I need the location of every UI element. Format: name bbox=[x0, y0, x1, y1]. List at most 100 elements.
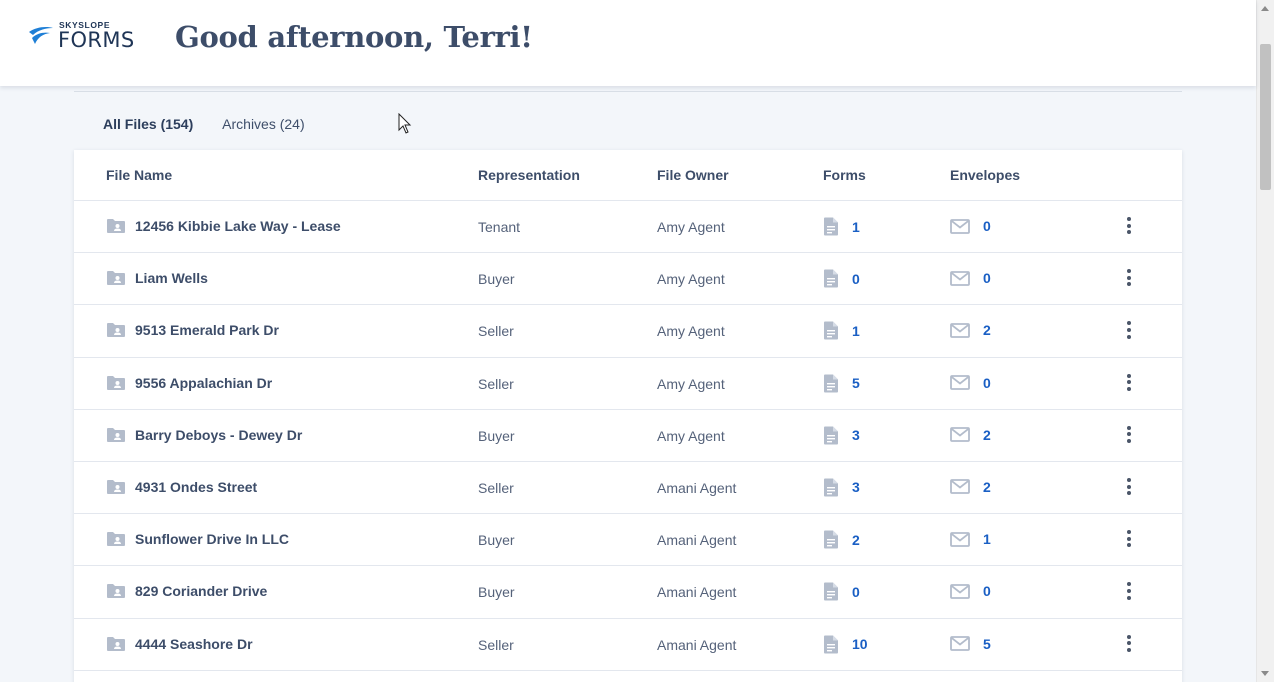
tab-archives[interactable]: Archives (24) bbox=[222, 116, 304, 132]
file-name-cell[interactable]: 4444 Seashore Dr bbox=[106, 636, 253, 652]
file-name-cell[interactable]: 12456 Kibbie Lake Way - Lease bbox=[106, 218, 341, 234]
envelopes-count[interactable]: 2 bbox=[983, 479, 991, 495]
file-name-cell[interactable]: 829 Coriander Drive bbox=[106, 583, 267, 599]
file-name-link[interactable]: Sunflower Drive In LLC bbox=[135, 531, 289, 547]
tab-all-files[interactable]: All Files (154) bbox=[103, 116, 193, 132]
app-header: SKYSLOPE FORMS Good afternoon, Terri! bbox=[0, 0, 1256, 86]
more-vertical-icon[interactable] bbox=[1122, 633, 1136, 657]
scroll-thumb[interactable] bbox=[1260, 44, 1271, 190]
envelopes-cell[interactable]: 0 bbox=[950, 375, 991, 391]
envelopes-cell[interactable]: 0 bbox=[950, 270, 991, 286]
skyslope-forms-logo[interactable]: SKYSLOPE FORMS bbox=[28, 20, 143, 52]
envelopes-cell[interactable]: 2 bbox=[950, 427, 991, 443]
forms-cell[interactable]: 1 bbox=[823, 321, 860, 340]
table-row[interactable]: 4931 Ondes Street Seller Amani Agent 3 2 bbox=[74, 462, 1182, 515]
envelopes-count[interactable]: 2 bbox=[983, 322, 991, 338]
forms-count[interactable]: 0 bbox=[852, 584, 860, 600]
file-name-link[interactable]: Barry Deboys - Dewey Dr bbox=[135, 427, 302, 443]
document-icon bbox=[824, 321, 838, 340]
file-name-cell[interactable]: 9513 Emerald Park Dr bbox=[106, 322, 279, 338]
scroll-down-arrow-icon[interactable] bbox=[1261, 671, 1269, 676]
column-header-file-owner[interactable]: File Owner bbox=[657, 167, 729, 183]
forms-count[interactable]: 1 bbox=[852, 219, 860, 235]
mail-icon bbox=[950, 322, 970, 338]
forms-cell[interactable]: 1 bbox=[823, 217, 860, 236]
more-vertical-icon[interactable] bbox=[1122, 528, 1136, 552]
forms-cell[interactable]: 0 bbox=[823, 269, 860, 288]
page-scrollbar[interactable] bbox=[1256, 0, 1274, 682]
column-header-file-name[interactable]: File Name bbox=[106, 167, 172, 183]
table-row[interactable]: Sunflower Drive In LLC Buyer Amani Agent… bbox=[74, 514, 1182, 567]
representation-cell: Seller bbox=[478, 636, 514, 653]
file-name-cell[interactable]: 4931 Ondes Street bbox=[106, 479, 257, 495]
envelopes-cell[interactable]: 0 bbox=[950, 583, 991, 599]
forms-cell[interactable]: 3 bbox=[823, 478, 860, 497]
table-row[interactable]: Barry Deboys - Dewey Dr Buyer Amy Agent … bbox=[74, 410, 1182, 462]
file-name-link[interactable]: 9556 Appalachian Dr bbox=[135, 375, 272, 391]
file-name-link[interactable]: 829 Coriander Drive bbox=[135, 583, 267, 599]
mouse-pointer-icon bbox=[398, 113, 412, 134]
file-name-cell[interactable]: Liam Wells bbox=[106, 270, 208, 286]
file-owner-cell: Amani Agent bbox=[657, 636, 737, 653]
envelopes-count[interactable]: 0 bbox=[983, 375, 991, 391]
file-name-link[interactable]: 9513 Emerald Park Dr bbox=[135, 322, 279, 338]
table-header: File Name Representation File Owner Form… bbox=[74, 150, 1182, 201]
more-vertical-icon[interactable] bbox=[1122, 424, 1136, 448]
table-row[interactable]: 9556 Appalachian Dr Seller Amy Agent 5 0 bbox=[74, 358, 1182, 410]
envelopes-count[interactable]: 1 bbox=[983, 531, 991, 547]
forms-cell[interactable]: 10 bbox=[823, 635, 868, 654]
more-vertical-icon[interactable] bbox=[1122, 267, 1136, 291]
envelopes-count[interactable]: 5 bbox=[983, 636, 991, 652]
forms-count[interactable]: 1 bbox=[852, 323, 860, 339]
forms-cell[interactable]: 3 bbox=[823, 426, 860, 445]
forms-count[interactable]: 0 bbox=[852, 271, 860, 287]
column-header-envelopes[interactable]: Envelopes bbox=[950, 167, 1020, 183]
representation-cell: Buyer bbox=[478, 427, 515, 444]
file-owner-cell: Amy Agent bbox=[657, 323, 725, 340]
more-vertical-icon[interactable] bbox=[1122, 319, 1136, 343]
envelopes-cell[interactable]: 2 bbox=[950, 479, 991, 495]
mail-icon bbox=[950, 270, 970, 286]
folder-user-icon bbox=[107, 636, 125, 651]
file-name-cell[interactable]: 9556 Appalachian Dr bbox=[106, 375, 272, 391]
envelopes-count[interactable]: 0 bbox=[983, 270, 991, 286]
file-name-link[interactable]: 4931 Ondes Street bbox=[135, 479, 257, 495]
forms-cell[interactable]: 0 bbox=[823, 582, 860, 601]
envelopes-count[interactable]: 0 bbox=[983, 583, 991, 599]
folder-user-icon bbox=[107, 271, 125, 286]
table-row[interactable]: 829 Coriander Drive Buyer Amani Agent 0 … bbox=[74, 566, 1182, 619]
more-vertical-icon[interactable] bbox=[1122, 580, 1136, 604]
more-vertical-icon[interactable] bbox=[1122, 215, 1136, 239]
representation-cell: Buyer bbox=[478, 532, 515, 549]
file-name-link[interactable]: 12456 Kibbie Lake Way - Lease bbox=[135, 218, 341, 234]
scroll-up-arrow-icon[interactable] bbox=[1261, 6, 1269, 11]
envelopes-cell[interactable]: 1 bbox=[950, 531, 991, 547]
envelopes-cell[interactable]: 5 bbox=[950, 636, 991, 652]
file-name-cell[interactable]: Barry Deboys - Dewey Dr bbox=[106, 427, 302, 443]
column-header-forms[interactable]: Forms bbox=[823, 167, 866, 183]
envelopes-cell[interactable]: 2 bbox=[950, 322, 991, 338]
document-icon bbox=[824, 635, 838, 653]
forms-count[interactable]: 10 bbox=[852, 636, 868, 652]
envelopes-count[interactable]: 2 bbox=[983, 427, 991, 443]
folder-user-icon bbox=[107, 219, 125, 233]
files-table: File Name Representation File Owner Form… bbox=[74, 150, 1182, 682]
table-row[interactable]: 12456 Kibbie Lake Way - Lease Tenant Amy… bbox=[74, 201, 1182, 254]
table-row[interactable]: Liam Wells Buyer Amy Agent 0 0 bbox=[74, 253, 1182, 306]
table-row[interactable]: 4444 Seashore Dr Seller Amani Agent 10 5 bbox=[74, 619, 1182, 671]
forms-count[interactable]: 5 bbox=[852, 375, 860, 391]
more-vertical-icon[interactable] bbox=[1122, 476, 1136, 500]
file-name-link[interactable]: 4444 Seashore Dr bbox=[135, 636, 253, 652]
more-vertical-icon[interactable] bbox=[1122, 372, 1136, 396]
envelopes-count[interactable]: 0 bbox=[983, 218, 991, 234]
file-name-cell[interactable]: Sunflower Drive In LLC bbox=[106, 531, 289, 547]
forms-cell[interactable]: 2 bbox=[823, 530, 860, 549]
forms-count[interactable]: 3 bbox=[852, 479, 860, 495]
table-row[interactable]: 9513 Emerald Park Dr Seller Amy Agent 1 … bbox=[74, 305, 1182, 358]
column-header-representation[interactable]: Representation bbox=[478, 167, 580, 183]
forms-count[interactable]: 3 bbox=[852, 427, 860, 443]
forms-count[interactable]: 2 bbox=[852, 532, 860, 548]
file-name-link[interactable]: Liam Wells bbox=[135, 270, 208, 286]
envelopes-cell[interactable]: 0 bbox=[950, 218, 991, 234]
forms-cell[interactable]: 5 bbox=[823, 374, 860, 393]
